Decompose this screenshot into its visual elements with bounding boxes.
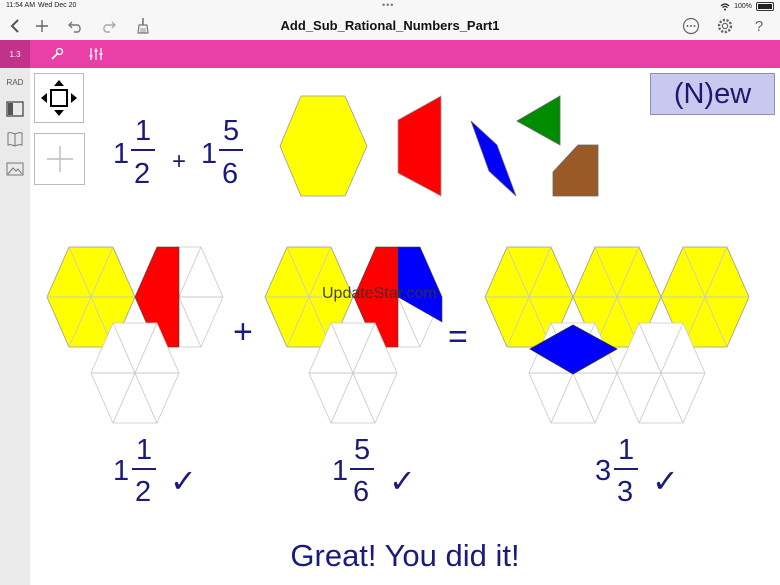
- wifi-icon: [720, 2, 730, 10]
- help-icon[interactable]: ?: [748, 15, 770, 37]
- four-way-arrow-icon: [41, 80, 77, 116]
- add-page-icon[interactable]: [31, 15, 53, 37]
- angle-mode-label: RAD: [6, 78, 24, 87]
- plus-icon: [47, 146, 73, 172]
- settings-gear-icon[interactable]: [714, 15, 736, 37]
- page-number-indicator[interactable]: 1.3: [0, 40, 30, 68]
- battery-percent: 100%: [734, 3, 752, 10]
- image-icon[interactable]: [6, 161, 24, 177]
- adjustments-sliders-icon[interactable]: [86, 44, 106, 64]
- redo-icon[interactable]: [98, 15, 120, 37]
- left-sidebar: RAD: [0, 68, 30, 585]
- status-time: 11:54 AM: [6, 2, 36, 9]
- undo-icon[interactable]: [64, 15, 86, 37]
- multitask-dots-icon[interactable]: •••: [382, 0, 394, 10]
- title-bar: Add_Sub_Rational_Numbers_Part1 ?: [0, 12, 780, 41]
- status-date: Wed Dec 20: [38, 2, 77, 9]
- back-icon[interactable]: [4, 15, 26, 37]
- new-problem-button[interactable]: (N)ew: [650, 73, 775, 115]
- more-options-icon[interactable]: [680, 15, 702, 37]
- status-bar: 11:54 AM Wed Dec 20 ••• 100%: [0, 0, 780, 12]
- page-sorter-icon[interactable]: [6, 101, 24, 117]
- add-shape-button[interactable]: [34, 133, 85, 185]
- battery-icon: [756, 2, 774, 11]
- brush-icon[interactable]: [133, 15, 155, 37]
- document-toolbar: 1.3: [0, 40, 780, 68]
- watermark-text: UpdateStar.com: [322, 285, 437, 302]
- status-right: 100%: [720, 2, 774, 11]
- success-message: Great! You did it!: [290, 538, 520, 573]
- move-tool-button[interactable]: [34, 73, 84, 123]
- wrench-icon[interactable]: [47, 44, 67, 64]
- book-icon[interactable]: [6, 131, 24, 147]
